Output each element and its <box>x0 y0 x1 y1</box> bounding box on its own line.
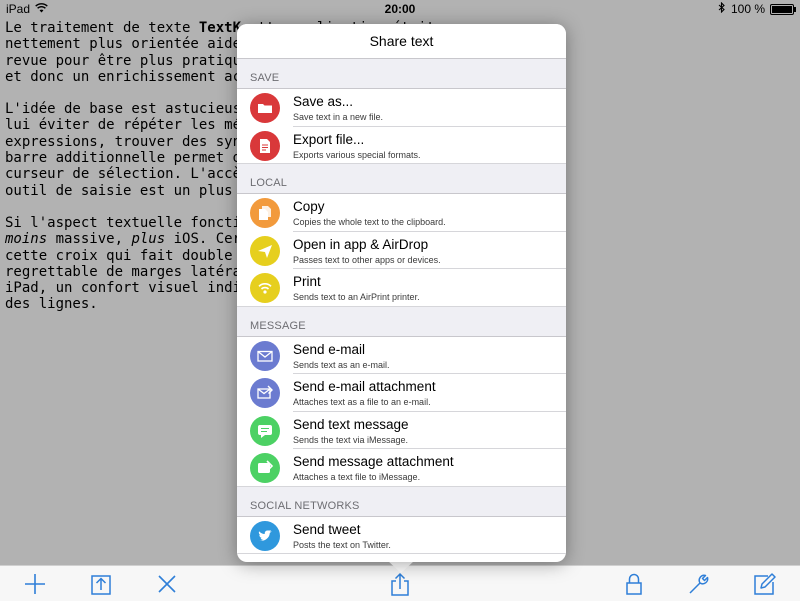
option-title: Send text message <box>293 416 409 432</box>
share-popover: Share text SAVE Save as... Save text in a … <box>237 24 566 562</box>
section-header-local: LOCAL <box>237 164 566 194</box>
share-option-send-email-attachment[interactable]: Send e-mail attachment Attaches text as a… <box>237 374 566 412</box>
speech-bubble-icon <box>250 415 280 446</box>
share-option-export-file[interactable]: Export file... Exports various special fo… <box>237 126 566 164</box>
share-option-send-email[interactable]: Send e-mail Sends text as an e-mail. <box>237 336 566 374</box>
option-subtitle: Passes text to other apps or devices. <box>293 254 441 265</box>
speech-attach-icon <box>250 453 280 483</box>
share-option-print[interactable]: Print Sends text to an AirPrint printer. <box>237 269 566 307</box>
option-subtitle: Exports various special formats. <box>293 149 421 160</box>
envelope-attach-icon <box>250 378 280 408</box>
popover-arrow <box>388 561 414 573</box>
section-header-social-networks: SOCIAL NETWORKS <box>237 486 566 517</box>
option-subtitle: Sends the text via iMessage. <box>293 434 409 445</box>
document-icon <box>250 130 280 161</box>
envelope-icon <box>250 340 280 371</box>
lock-icon[interactable] <box>620 570 648 598</box>
share-option-save-as[interactable]: Save as... Save text in a new file. <box>237 89 566 127</box>
section-header-message: MESSAGE <box>237 306 566 337</box>
option-title: Open in app & AirDrop <box>293 236 429 252</box>
option-title: Send tweet <box>293 521 361 537</box>
option-title: Send e-mail <box>293 341 366 357</box>
edit-icon[interactable] <box>750 570 778 598</box>
share-option-send-tweet[interactable]: Send tweet Posts the text on Twitter. <box>237 516 566 554</box>
share-option-send-message-attachment[interactable]: Send message attachment Attaches a text f… <box>237 449 566 487</box>
popover-title: Share text <box>237 24 566 59</box>
wifi-icon <box>250 273 280 303</box>
option-subtitle: Posts the text on Twitter. <box>293 539 391 550</box>
option-title: Send e-mail attachment <box>293 379 436 394</box>
twitter-bird-icon <box>250 520 280 551</box>
copy-icon <box>250 198 280 228</box>
option-subtitle: Attaches a text file to iMessage. <box>293 472 421 482</box>
wrench-icon[interactable] <box>685 570 713 598</box>
option-subtitle: Save text in a new file. <box>293 112 384 122</box>
share-option-send-text-message[interactable]: Send text message Sends the text via iMes… <box>237 411 566 449</box>
option-title: Send message attachment <box>293 454 454 469</box>
option-title: Copy <box>293 199 325 214</box>
paper-plane-icon <box>250 235 280 266</box>
share-option-open-in[interactable]: Open in app & AirDrop Passes text to othe… <box>237 231 566 269</box>
import-icon[interactable] <box>87 570 115 598</box>
section-header-save: SAVE <box>237 59 566 89</box>
share-icon[interactable] <box>386 570 414 598</box>
folder-icon <box>250 93 280 123</box>
option-title: Save as... <box>293 94 354 109</box>
close-icon[interactable] <box>153 570 181 598</box>
option-title: Print <box>293 274 321 289</box>
share-options-list: SAVE Save as... Save text in a new file. Ex… <box>237 59 566 554</box>
share-option-copy[interactable]: Copy Copies the whole text to the clipboa… <box>237 194 566 232</box>
option-subtitle: Sends text to an AirPrint printer. <box>293 292 420 302</box>
option-subtitle: Sends text as an e-mail. <box>293 359 390 370</box>
option-title: Export file... <box>293 131 365 147</box>
option-subtitle: Attaches text as a file to an e-mail. <box>293 397 431 407</box>
option-subtitle: Copies the whole text to the clipboard. <box>293 217 446 227</box>
plus-icon[interactable] <box>21 570 49 598</box>
